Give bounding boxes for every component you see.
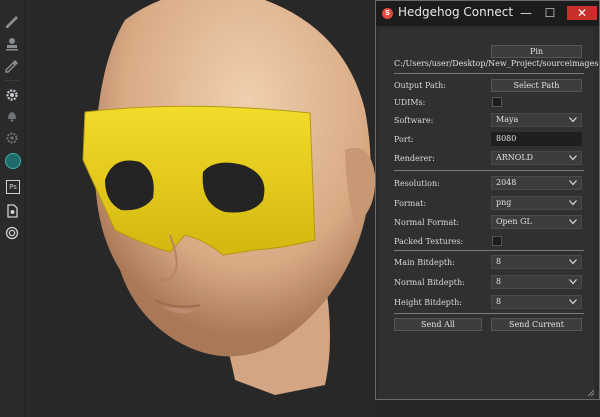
chevron-down-icon (569, 117, 577, 123)
chevron-down-icon (569, 155, 577, 161)
height-bitdepth-value: 8 (496, 297, 502, 306)
divider (394, 313, 584, 314)
chevron-down-icon (569, 219, 577, 225)
divider (394, 170, 584, 171)
chevron-down-icon (569, 259, 577, 265)
window-title: Hedgehog Connect (398, 5, 514, 19)
maximize-button[interactable]: ☐ (540, 6, 560, 20)
hedgehog-icon[interactable] (4, 225, 20, 241)
main-bitdepth-value: 8 (496, 257, 502, 266)
pin-button[interactable]: Pin (491, 45, 582, 58)
resolution-label: Resolution: (394, 179, 440, 188)
height-bitdepth-label: Height Bitdepth: (394, 298, 462, 307)
resolution-dropdown[interactable]: 2048 (491, 176, 582, 190)
packed-textures-label: Packed Textures: (394, 237, 464, 246)
software-label: Software: (394, 116, 434, 125)
main-bitdepth-dropdown[interactable]: 8 (491, 255, 582, 269)
port-label: Port: (394, 135, 414, 144)
settings-icon[interactable] (4, 130, 20, 146)
renderer-value: ARNOLD (496, 153, 534, 162)
renderer-label: Renderer: (394, 154, 435, 163)
divider (394, 250, 584, 251)
title-bar[interactable]: S Hedgehog Connect — ☐ ✕ (376, 1, 599, 26)
chevron-down-icon (569, 180, 577, 186)
stamp-icon[interactable] (4, 36, 20, 52)
format-value: png (496, 198, 512, 207)
normal-bitdepth-value: 8 (496, 277, 502, 286)
chevron-down-icon (569, 299, 577, 305)
software-value: Maya (496, 115, 519, 124)
chevron-down-icon (569, 279, 577, 285)
settings-panel: Pin C:/Users/user/Desktop/New_Project/so… (379, 28, 598, 399)
format-dropdown[interactable]: png (491, 196, 582, 210)
packed-textures-checkbox[interactable] (492, 236, 502, 246)
normal-format-value: Open GL (496, 217, 532, 226)
gear-icon[interactable] (4, 87, 20, 103)
select-path-button[interactable]: Select Path (491, 79, 582, 92)
head-model (82, 0, 375, 395)
project-path-text: C:/Users/user/Desktop/New_Project/source… (394, 59, 599, 68)
output-path-label: Output Path: (394, 81, 446, 90)
normal-format-dropdown[interactable]: Open GL (491, 215, 582, 229)
paint-brush-icon[interactable] (4, 14, 20, 30)
resize-grip-icon[interactable] (587, 389, 595, 397)
photoshop-icon[interactable]: Ps (6, 180, 20, 194)
app-logo-icon: S (382, 8, 393, 19)
3d-viewport[interactable] (25, 0, 375, 417)
send-current-button[interactable]: Send Current (491, 318, 582, 331)
height-bitdepth-dropdown[interactable]: 8 (491, 295, 582, 309)
port-input[interactable]: 8080 (491, 132, 582, 146)
close-button[interactable]: ✕ (567, 6, 597, 20)
chevron-down-icon (569, 200, 577, 206)
normal-bitdepth-label: Normal Bitdepth: (394, 278, 465, 287)
bell-icon[interactable] (4, 108, 20, 124)
substance-icon[interactable] (5, 153, 21, 169)
minimize-button[interactable]: — (516, 6, 536, 20)
normal-format-label: Normal Format: (394, 218, 460, 227)
hedgehog-connect-window: S Hedgehog Connect — ☐ ✕ Pin C:/Users/us… (375, 0, 600, 400)
document-icon[interactable] (4, 203, 20, 219)
udims-checkbox[interactable] (492, 97, 502, 107)
renderer-dropdown[interactable]: ARNOLD (491, 151, 582, 165)
software-dropdown[interactable]: Maya (491, 113, 582, 127)
left-toolbar: Ps (0, 0, 25, 417)
format-label: Format: (394, 199, 427, 208)
divider (394, 73, 584, 74)
send-all-button[interactable]: Send All (394, 318, 482, 331)
resolution-value: 2048 (496, 178, 517, 187)
normal-bitdepth-dropdown[interactable]: 8 (491, 275, 582, 289)
main-bitdepth-label: Main Bitdepth: (394, 258, 455, 267)
eyedropper-icon[interactable] (4, 58, 20, 74)
udims-label: UDIMs: (394, 98, 426, 107)
